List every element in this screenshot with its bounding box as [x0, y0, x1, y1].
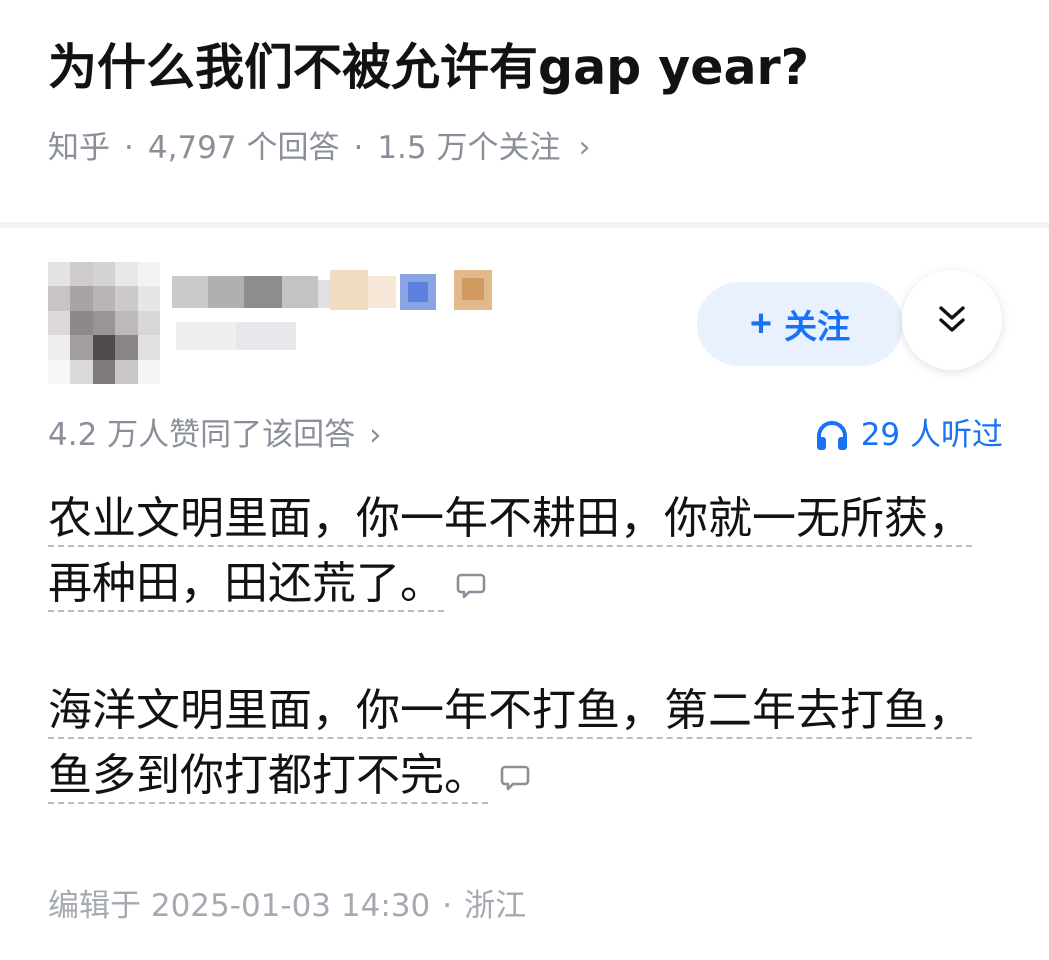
follow-button[interactable]: + 关注 — [697, 282, 903, 366]
chevron-right-icon: › — [369, 417, 382, 453]
question-meta[interactable]: 知乎 · 4,797 个回答 · 1.5 万个关注 › — [48, 124, 590, 172]
comment-bubble-icon[interactable] — [456, 570, 486, 600]
author-name-obscured[interactable] — [172, 266, 512, 350]
edit-info: 编辑于 2025-01-03 14:30 · 浙江 — [48, 880, 526, 932]
edit-prefix: 编辑于 — [48, 888, 141, 924]
edit-location: 浙江 — [464, 888, 527, 924]
upvote-summary[interactable]: 4.2 万人赞同了该回答 › — [48, 408, 382, 462]
plus-icon: + — [749, 302, 773, 345]
listen-count-text: 29 人听过 — [860, 417, 1003, 453]
listen-count[interactable]: 29 人听过 — [815, 408, 1003, 462]
answer-paragraph: 海洋文明里面，你一年不打鱼，第二年去打鱼，鱼多到你打都打不完。 — [48, 678, 1008, 808]
answer-paragraph: 农业文明里面，你一年不耕田，你就一无所获，再种田，田还荒了。 — [48, 486, 1008, 616]
footer-separator: · — [442, 888, 453, 924]
avatar[interactable] — [48, 262, 160, 384]
answer-stats: 4.2 万人赞同了该回答 › 29 人听过 — [48, 408, 1003, 462]
answer-count: 4,797 个回答 — [147, 130, 340, 166]
edit-time: 2025-01-03 14:30 — [150, 888, 431, 924]
source-label: 知乎 — [48, 130, 110, 166]
question-header: 为什么我们不被允许有gap year? 知乎 · 4,797 个回答 · 1.5… — [0, 0, 1049, 222]
question-title[interactable]: 为什么我们不被允许有gap year? — [48, 30, 809, 106]
follower-count: 1.5 万个关注 — [377, 130, 561, 166]
paragraph-text[interactable]: 农业文明里面，你一年不耕田，你就一无所获，再种田，田还荒了。 — [48, 493, 972, 609]
follow-label: 关注 — [784, 308, 851, 345]
meta-separator: · — [124, 130, 134, 166]
headphones-icon — [816, 421, 847, 450]
more-button[interactable] — [902, 270, 1002, 370]
chevron-right-icon: › — [578, 130, 591, 165]
meta-separator: · — [353, 130, 364, 166]
upvote-count-text: 4.2 万人赞同了该回答 — [48, 417, 356, 453]
author-row: + 关注 — [0, 228, 1049, 398]
comment-bubble-icon[interactable] — [500, 762, 530, 792]
chevron-double-down-icon — [939, 306, 965, 332]
answer-content: 农业文明里面，你一年不耕田，你就一无所获，再种田，田还荒了。 海洋文明里面，你一… — [48, 486, 1008, 808]
